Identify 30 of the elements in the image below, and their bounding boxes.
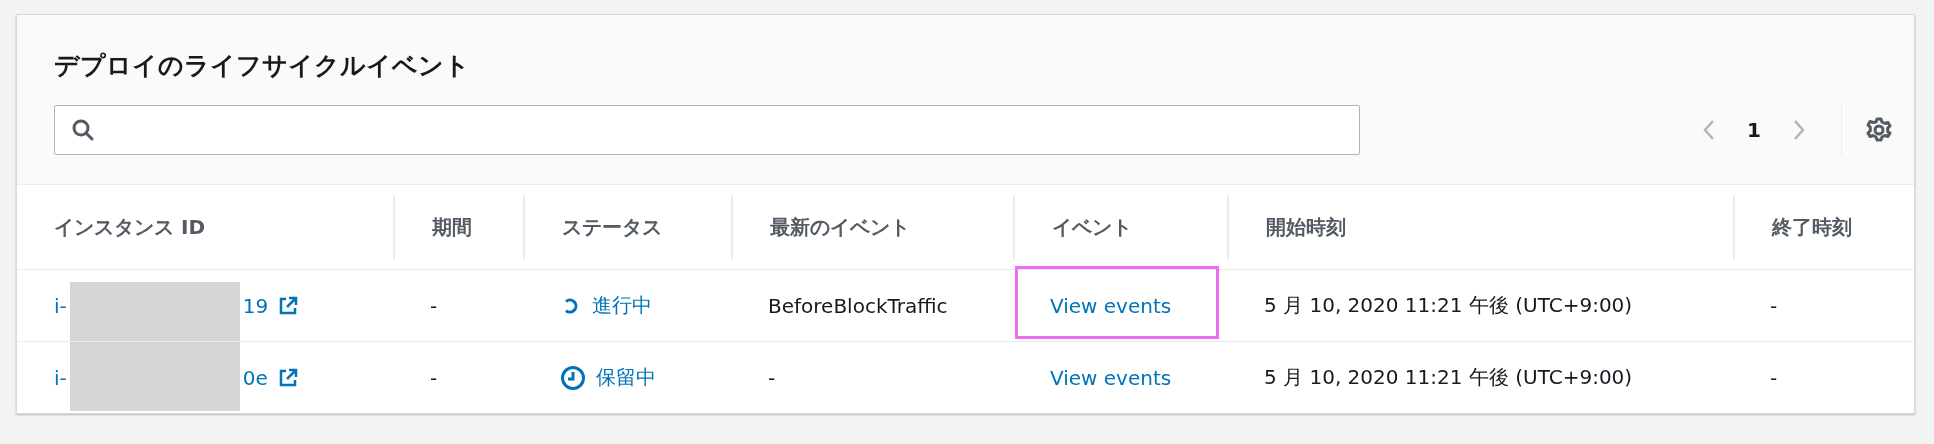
page-number[interactable]: 1 [1733, 118, 1775, 142]
instance-id-link[interactable]: i- [54, 293, 67, 318]
settings-icon[interactable] [1866, 117, 1892, 143]
instance-id-link[interactable]: 19 [242, 293, 269, 318]
table-cell: - [430, 293, 438, 318]
status-text: 進行中 [592, 292, 652, 319]
column-header[interactable]: 開始時刻 [1266, 213, 1346, 241]
table-cell: - [430, 365, 438, 390]
external-link-icon [277, 367, 298, 388]
instance-id-link[interactable]: i- [54, 365, 67, 390]
view-events-link[interactable]: View events [1050, 293, 1172, 318]
search-field[interactable] [54, 105, 1360, 155]
column-header[interactable]: 期間 [432, 213, 472, 241]
table-cell: 5 月 10, 2020 11:21 午後 (UTC+9:00) [1264, 364, 1633, 391]
status-text: 保留中 [596, 364, 656, 391]
external-link-icon [278, 295, 299, 316]
column-header[interactable]: ステータス [562, 213, 662, 241]
table-cell: - [1770, 293, 1778, 318]
panel-title: デプロイのライフサイクルイベント [54, 50, 471, 82]
table-cell: - [1770, 365, 1778, 390]
instance-id-link[interactable]: 0e [242, 365, 268, 390]
table-cell: - [768, 365, 776, 390]
table-cell: 5 月 10, 2020 11:21 午後 (UTC+9:00) [1264, 292, 1633, 319]
column-header[interactable]: イベント [1052, 213, 1132, 241]
table-cell: BeforeBlockTraffic [768, 293, 948, 318]
column-header[interactable]: 終了時刻 [1772, 213, 1852, 241]
column-header[interactable]: 最新のイベント [770, 213, 910, 241]
view-events-link[interactable]: View events [1050, 365, 1172, 390]
column-header[interactable]: インスタンス ID [54, 213, 205, 241]
search-icon [71, 118, 95, 142]
